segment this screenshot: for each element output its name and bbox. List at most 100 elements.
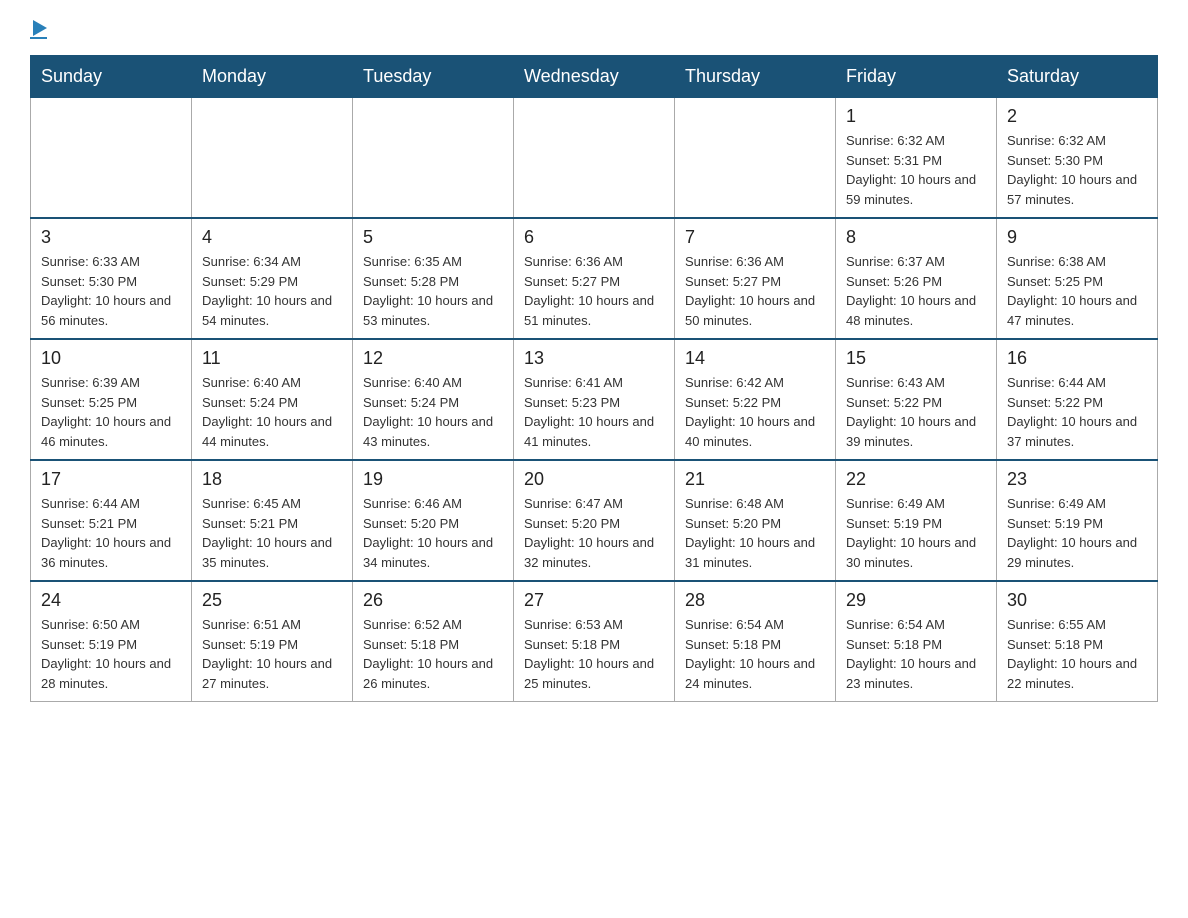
day-info: Sunrise: 6:32 AM Sunset: 5:30 PM Dayligh… [1007, 131, 1147, 209]
day-number: 10 [41, 348, 181, 369]
calendar-cell: 25 Sunrise: 6:51 AM Sunset: 5:19 PM Dayli… [192, 581, 353, 702]
day-number: 30 [1007, 590, 1147, 611]
day-info: Sunrise: 6:54 AM Sunset: 5:18 PM Dayligh… [846, 615, 986, 693]
week-row-4: 17 Sunrise: 6:44 AM Sunset: 5:21 PM Dayli… [31, 460, 1158, 581]
day-info: Sunrise: 6:53 AM Sunset: 5:18 PM Dayligh… [524, 615, 664, 693]
calendar-header-row: SundayMondayTuesdayWednesdayThursdayFrid… [31, 56, 1158, 98]
week-row-2: 3 Sunrise: 6:33 AM Sunset: 5:30 PM Daylig… [31, 218, 1158, 339]
day-number: 11 [202, 348, 342, 369]
day-info: Sunrise: 6:36 AM Sunset: 5:27 PM Dayligh… [524, 252, 664, 330]
day-info: Sunrise: 6:32 AM Sunset: 5:31 PM Dayligh… [846, 131, 986, 209]
day-number: 23 [1007, 469, 1147, 490]
calendar-cell: 26Sunrise: 6:52 AM Sunset: 5:18 PM Dayli… [353, 581, 514, 702]
calendar-cell: 28 Sunrise: 6:54 AM Sunset: 5:18 PM Dayli… [675, 581, 836, 702]
day-number: 12 [363, 348, 503, 369]
calendar-cell: 14 Sunrise: 6:42 AM Sunset: 5:22 PM Dayli… [675, 339, 836, 460]
day-info: Sunrise: 6:41 AM Sunset: 5:23 PM Dayligh… [524, 373, 664, 451]
day-number: 19 [363, 469, 503, 490]
calendar-cell: 8 Sunrise: 6:37 AM Sunset: 5:26 PM Daylig… [836, 218, 997, 339]
day-info: Sunrise: 6:55 AM Sunset: 5:18 PM Dayligh… [1007, 615, 1147, 693]
day-info: Sunrise: 6:35 AM Sunset: 5:28 PM Dayligh… [363, 252, 503, 330]
day-number: 9 [1007, 227, 1147, 248]
calendar-cell: 18 Sunrise: 6:45 AM Sunset: 5:21 PM Dayli… [192, 460, 353, 581]
day-info: Sunrise: 6:37 AM Sunset: 5:26 PM Dayligh… [846, 252, 986, 330]
calendar-cell: 15Sunrise: 6:43 AM Sunset: 5:22 PM Dayli… [836, 339, 997, 460]
calendar-cell: 17 Sunrise: 6:44 AM Sunset: 5:21 PM Dayli… [31, 460, 192, 581]
day-info: Sunrise: 6:45 AM Sunset: 5:21 PM Dayligh… [202, 494, 342, 572]
calendar-cell [192, 98, 353, 219]
header-tuesday: Tuesday [353, 56, 514, 98]
calendar-cell: 23 Sunrise: 6:49 AM Sunset: 5:19 PM Dayli… [997, 460, 1158, 581]
day-info: Sunrise: 6:33 AM Sunset: 5:30 PM Dayligh… [41, 252, 181, 330]
header-monday: Monday [192, 56, 353, 98]
calendar-cell: 13Sunrise: 6:41 AM Sunset: 5:23 PM Dayli… [514, 339, 675, 460]
calendar-cell: 5 Sunrise: 6:35 AM Sunset: 5:28 PM Daylig… [353, 218, 514, 339]
day-info: Sunrise: 6:40 AM Sunset: 5:24 PM Dayligh… [363, 373, 503, 451]
day-info: Sunrise: 6:50 AM Sunset: 5:19 PM Dayligh… [41, 615, 181, 693]
day-number: 2 [1007, 106, 1147, 127]
day-info: Sunrise: 6:42 AM Sunset: 5:22 PM Dayligh… [685, 373, 825, 451]
header-sunday: Sunday [31, 56, 192, 98]
week-row-5: 24 Sunrise: 6:50 AM Sunset: 5:19 PM Dayli… [31, 581, 1158, 702]
day-number: 5 [363, 227, 503, 248]
calendar-cell: 19 Sunrise: 6:46 AM Sunset: 5:20 PM Dayli… [353, 460, 514, 581]
day-info: Sunrise: 6:54 AM Sunset: 5:18 PM Dayligh… [685, 615, 825, 693]
calendar-cell: 6 Sunrise: 6:36 AM Sunset: 5:27 PM Daylig… [514, 218, 675, 339]
day-number: 16 [1007, 348, 1147, 369]
day-number: 26 [363, 590, 503, 611]
day-info: Sunrise: 6:51 AM Sunset: 5:19 PM Dayligh… [202, 615, 342, 693]
calendar-cell: 9Sunrise: 6:38 AM Sunset: 5:25 PM Daylig… [997, 218, 1158, 339]
day-number: 6 [524, 227, 664, 248]
page-header [30, 20, 1158, 39]
day-info: Sunrise: 6:47 AM Sunset: 5:20 PM Dayligh… [524, 494, 664, 572]
logo-underline [30, 37, 47, 39]
calendar-cell: 21 Sunrise: 6:48 AM Sunset: 5:20 PM Dayli… [675, 460, 836, 581]
day-number: 21 [685, 469, 825, 490]
day-number: 20 [524, 469, 664, 490]
header-friday: Friday [836, 56, 997, 98]
logo-arrow-icon [33, 20, 47, 36]
day-info: Sunrise: 6:40 AM Sunset: 5:24 PM Dayligh… [202, 373, 342, 451]
calendar-cell: 22 Sunrise: 6:49 AM Sunset: 5:19 PM Dayli… [836, 460, 997, 581]
calendar-cell: 16Sunrise: 6:44 AM Sunset: 5:22 PM Dayli… [997, 339, 1158, 460]
calendar-cell [31, 98, 192, 219]
day-number: 25 [202, 590, 342, 611]
day-info: Sunrise: 6:49 AM Sunset: 5:19 PM Dayligh… [1007, 494, 1147, 572]
calendar-cell: 24 Sunrise: 6:50 AM Sunset: 5:19 PM Dayli… [31, 581, 192, 702]
header-thursday: Thursday [675, 56, 836, 98]
day-info: Sunrise: 6:39 AM Sunset: 5:25 PM Dayligh… [41, 373, 181, 451]
day-number: 1 [846, 106, 986, 127]
header-saturday: Saturday [997, 56, 1158, 98]
day-info: Sunrise: 6:36 AM Sunset: 5:27 PM Dayligh… [685, 252, 825, 330]
calendar-cell: 4Sunrise: 6:34 AM Sunset: 5:29 PM Daylig… [192, 218, 353, 339]
calendar-cell: 2 Sunrise: 6:32 AM Sunset: 5:30 PM Daylig… [997, 98, 1158, 219]
day-number: 29 [846, 590, 986, 611]
day-number: 18 [202, 469, 342, 490]
day-info: Sunrise: 6:43 AM Sunset: 5:22 PM Dayligh… [846, 373, 986, 451]
calendar-cell: 30 Sunrise: 6:55 AM Sunset: 5:18 PM Dayli… [997, 581, 1158, 702]
calendar-cell: 7 Sunrise: 6:36 AM Sunset: 5:27 PM Daylig… [675, 218, 836, 339]
day-info: Sunrise: 6:49 AM Sunset: 5:19 PM Dayligh… [846, 494, 986, 572]
calendar-cell: 12 Sunrise: 6:40 AM Sunset: 5:24 PM Dayli… [353, 339, 514, 460]
week-row-3: 10 Sunrise: 6:39 AM Sunset: 5:25 PM Dayli… [31, 339, 1158, 460]
day-number: 7 [685, 227, 825, 248]
calendar-cell [514, 98, 675, 219]
day-number: 14 [685, 348, 825, 369]
day-info: Sunrise: 6:46 AM Sunset: 5:20 PM Dayligh… [363, 494, 503, 572]
calendar-cell: 29 Sunrise: 6:54 AM Sunset: 5:18 PM Dayli… [836, 581, 997, 702]
day-number: 8 [846, 227, 986, 248]
calendar-cell: 1 Sunrise: 6:32 AM Sunset: 5:31 PM Daylig… [836, 98, 997, 219]
day-number: 17 [41, 469, 181, 490]
day-number: 24 [41, 590, 181, 611]
day-info: Sunrise: 6:44 AM Sunset: 5:21 PM Dayligh… [41, 494, 181, 572]
day-number: 4 [202, 227, 342, 248]
logo [30, 20, 47, 39]
day-number: 28 [685, 590, 825, 611]
day-number: 22 [846, 469, 986, 490]
day-info: Sunrise: 6:48 AM Sunset: 5:20 PM Dayligh… [685, 494, 825, 572]
day-number: 3 [41, 227, 181, 248]
calendar-cell: 10 Sunrise: 6:39 AM Sunset: 5:25 PM Dayli… [31, 339, 192, 460]
calendar-cell: 3 Sunrise: 6:33 AM Sunset: 5:30 PM Daylig… [31, 218, 192, 339]
calendar-cell: 27Sunrise: 6:53 AM Sunset: 5:18 PM Dayli… [514, 581, 675, 702]
week-row-1: 1 Sunrise: 6:32 AM Sunset: 5:31 PM Daylig… [31, 98, 1158, 219]
